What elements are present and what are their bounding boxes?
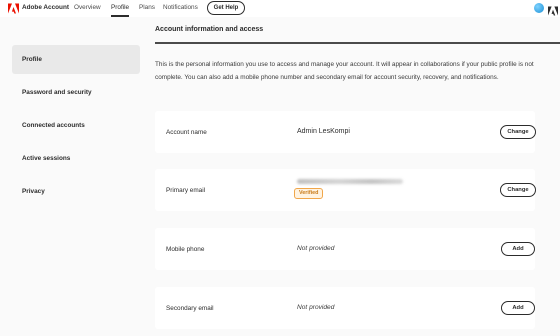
main-content: Account information and access This is t… <box>155 17 560 336</box>
nav-notifications[interactable]: Notifications <box>163 4 198 11</box>
avatar[interactable] <box>534 3 544 13</box>
brand-title[interactable]: Adobe Account <box>22 4 69 11</box>
sidebar-item-privacy[interactable]: Privacy <box>12 177 140 206</box>
secondary-email-row: Secondary email Not provided Add <box>155 287 535 329</box>
add-secondary-email-button[interactable]: Add <box>501 301 535 315</box>
sidebar-item-active-sessions[interactable]: Active sessions <box>12 144 140 173</box>
sidebar-item-profile[interactable]: Profile <box>12 45 140 74</box>
add-mobile-phone-button[interactable]: Add <box>501 242 535 256</box>
account-name-value: Admin LesKompi <box>297 128 350 135</box>
sidebar-item-connected-accounts[interactable]: Connected accounts <box>12 111 140 140</box>
mobile-phone-row: Mobile phone Not provided Add <box>155 228 535 270</box>
row-label: Secondary email <box>166 305 214 312</box>
primary-email-value-redacted <box>297 179 403 184</box>
get-help-button[interactable]: Get Help <box>207 1 245 15</box>
top-nav-bar: Adobe Account Overview Profile Plans Not… <box>0 0 560 17</box>
mobile-phone-value: Not provided <box>297 245 335 252</box>
account-name-row: Account name Admin LesKompi Change <box>155 111 536 153</box>
change-primary-email-button[interactable]: Change <box>500 183 536 197</box>
adobe-logo-icon[interactable] <box>8 3 19 14</box>
section-description: This is the personal information you use… <box>155 61 534 81</box>
verified-badge: Verified <box>294 188 324 199</box>
section-title: Account information and access <box>155 26 264 33</box>
sidebar-item-password-security[interactable]: Password and security <box>12 78 140 107</box>
secondary-email-value: Not provided <box>297 304 335 311</box>
change-account-name-button[interactable]: Change <box>500 125 536 139</box>
nav-overview[interactable]: Overview <box>74 4 101 11</box>
section-divider <box>155 42 560 44</box>
row-label: Primary email <box>166 187 206 194</box>
primary-email-row: Primary email Verified Change <box>155 169 536 211</box>
adobe-logo-icon[interactable] <box>548 3 558 16</box>
sidebar: Profile Password and security Connected … <box>0 17 146 336</box>
nav-profile[interactable]: Profile <box>111 4 130 17</box>
row-label: Mobile phone <box>166 246 205 253</box>
row-label: Account name <box>166 129 207 136</box>
nav-plans[interactable]: Plans <box>139 4 155 11</box>
